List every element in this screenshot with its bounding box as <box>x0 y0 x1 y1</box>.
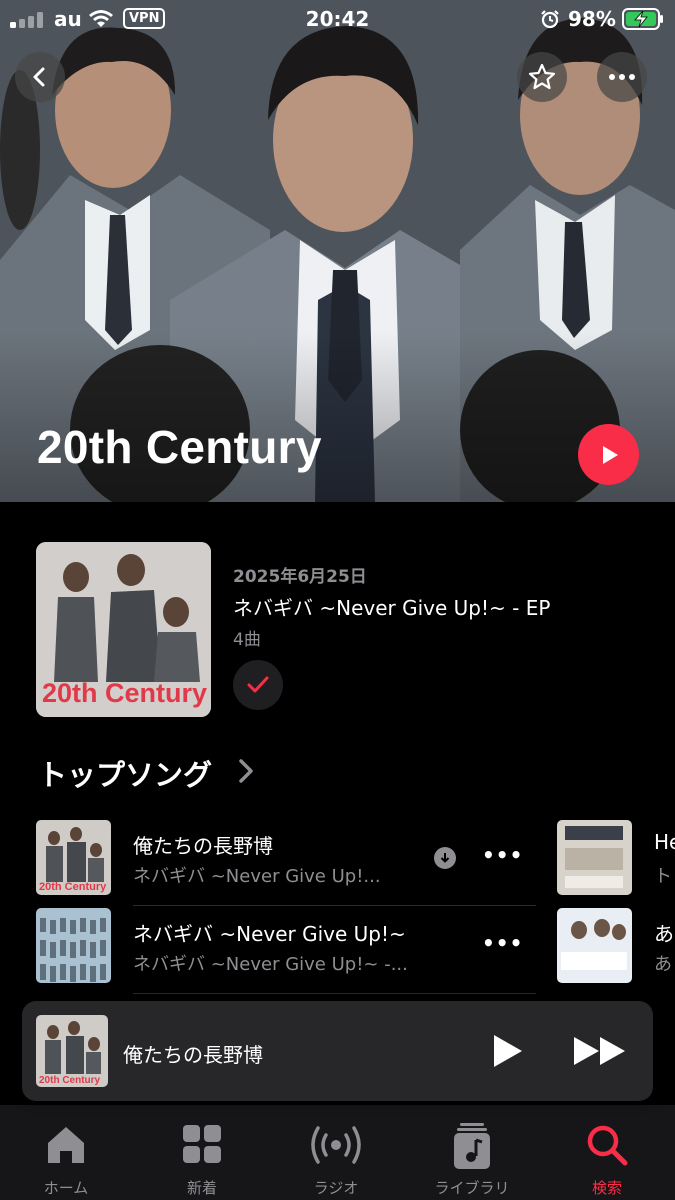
svg-text:20th Century: 20th Century <box>39 1075 101 1086</box>
release-date: 2025年6月25日 <box>233 567 367 587</box>
song-more-button[interactable]: ••• <box>482 931 523 955</box>
search-icon <box>587 1125 628 1166</box>
radio-icon <box>311 1126 361 1164</box>
star-icon <box>528 63 556 90</box>
artist-name: 20th Century <box>37 421 322 473</box>
song-album: あ <box>654 954 672 975</box>
chevron-right-icon[interactable] <box>236 758 256 784</box>
tab-search[interactable]: 検索 <box>552 1105 662 1200</box>
status-bar: au VPN 20:42 98% <box>0 0 675 40</box>
song-artwork <box>36 908 111 983</box>
song-album: ネバギバ ~Never Give Up!... <box>133 866 381 887</box>
tab-bar: ホーム 新着 ラジオ ライブラリ 検索 <box>0 1105 675 1200</box>
home-icon <box>48 1127 84 1163</box>
library-icon <box>454 1123 490 1169</box>
song-row[interactable]: 20th Century 俺たちの長野博 ネバギバ ~Never Give Up… <box>36 820 536 906</box>
song-artwork[interactable] <box>557 908 632 983</box>
song-row[interactable]: ネバギバ ~Never Give Up!~ ネバギバ ~Never Give U… <box>36 908 536 994</box>
song-title: ネバギバ ~Never Give Up!~ <box>133 922 406 946</box>
checkmark-icon <box>247 676 269 693</box>
more-options-button[interactable] <box>597 52 647 102</box>
tab-library[interactable]: ライブラリ <box>417 1105 527 1200</box>
tab-radio[interactable]: ラジオ <box>281 1105 391 1200</box>
release-track-count: 4曲 <box>233 630 261 650</box>
downloaded-icon <box>434 847 456 869</box>
added-to-library-button[interactable] <box>233 660 283 710</box>
song-more-button[interactable]: ••• <box>482 843 523 867</box>
song-album: ネバギバ ~Never Give Up!~ -... <box>133 954 408 975</box>
now-playing-title: 俺たちの長野博 <box>123 1043 263 1067</box>
song-artwork: 20th Century <box>36 820 111 895</box>
album-art-text: 20th Century <box>42 678 208 708</box>
battery-charging-icon <box>622 8 663 30</box>
mini-player[interactable]: 20th Century 俺たちの長野博 <box>22 1001 653 1101</box>
tab-new[interactable]: 新着 <box>147 1105 257 1200</box>
favorite-button[interactable] <box>517 52 567 102</box>
ellipsis-icon <box>609 74 635 80</box>
latest-release-artwork[interactable]: 20th Century <box>36 542 211 717</box>
song-album: ト <box>654 866 672 887</box>
alarm-icon <box>541 10 559 29</box>
battery-percent: 98% <box>568 7 616 31</box>
song-artwork[interactable] <box>557 820 632 895</box>
back-button[interactable] <box>15 52 65 102</box>
play-button[interactable] <box>490 1033 524 1069</box>
svg-text:20th Century: 20th Century <box>39 881 107 893</box>
fast-forward-button[interactable] <box>572 1035 628 1067</box>
chevron-left-icon <box>33 67 45 87</box>
song-title: あ <box>654 922 674 946</box>
song-title: He <box>654 830 675 854</box>
song-title: 俺たちの長野博 <box>133 834 273 858</box>
grid-icon <box>183 1125 221 1163</box>
play-icon <box>602 445 618 464</box>
release-title[interactable]: ネバギバ ~Never Give Up!~ - EP <box>233 592 550 621</box>
play-artist-button[interactable] <box>578 424 639 485</box>
tab-home[interactable]: ホーム <box>11 1105 121 1200</box>
now-playing-artwork: 20th Century <box>36 1015 108 1087</box>
top-songs-heading[interactable]: トップソング <box>38 752 212 794</box>
